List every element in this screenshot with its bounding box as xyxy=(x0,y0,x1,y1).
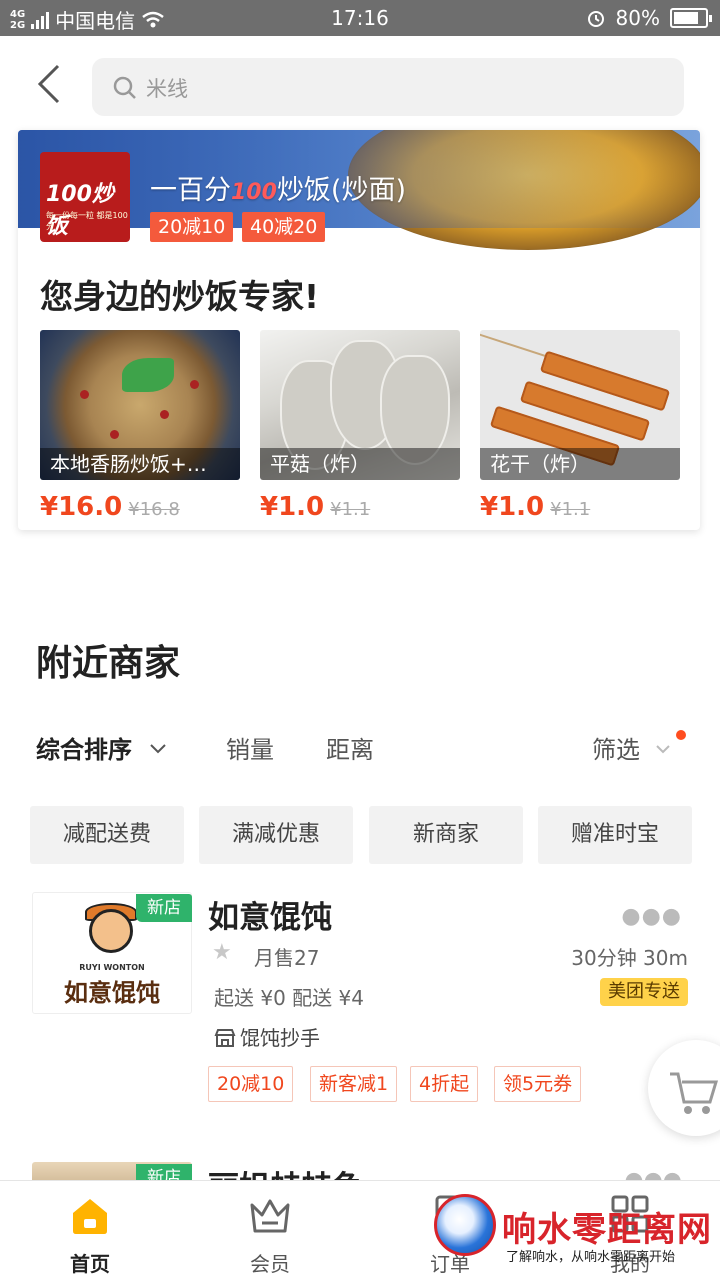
store-name: 如意馄饨 xyxy=(208,900,332,936)
hundred-emoji-icon: 100 xyxy=(231,180,277,205)
meituan-delivery-badge: 美团专送 xyxy=(600,978,688,1006)
promo-slogan: 您身边的炒饭专家! xyxy=(40,277,320,316)
promo-tag: 领5元券 xyxy=(494,1066,582,1102)
store-logo-en: RUYI WONTON xyxy=(79,963,145,972)
star-icon: ★ xyxy=(212,940,232,965)
battery-icon xyxy=(670,8,712,28)
dish-card[interactable]: 花干（炸） ¥1.0 ¥1.1 xyxy=(480,330,680,522)
dish-price: ¥1.0 xyxy=(260,492,325,522)
shop-logo-tagline: 每一份每一粒 都是100分 xyxy=(46,211,128,231)
filter-button[interactable]: 筛选 xyxy=(592,730,672,765)
sort-tab-sales[interactable]: 销量 xyxy=(226,730,274,765)
store-delivery-info: 起送 ¥0 配送 ¥4 xyxy=(214,986,364,1010)
promo-discount-tag: 40减20 xyxy=(242,212,326,242)
filter-chips: 减配送费 满减优惠 新商家 赠准时宝 xyxy=(30,806,692,864)
sort-tab-default[interactable]: 综合排序 xyxy=(36,730,168,765)
cart-icon xyxy=(670,1072,719,1114)
promo-tag: 20减10 xyxy=(208,1066,294,1102)
chevron-down-icon xyxy=(655,745,670,754)
back-button[interactable] xyxy=(30,62,70,106)
watermark: 响水零距离网 了解响水，从响水零距离开始 xyxy=(430,1190,720,1280)
new-store-badge: 新店 xyxy=(136,894,192,922)
dish-price: ¥16.0 xyxy=(40,492,123,522)
store-logo-cn: 如意馄饨 xyxy=(64,979,160,1007)
promo-shop-name: 一百分100炒饭(炒面) xyxy=(150,175,407,206)
promo-tag: 4折起 xyxy=(410,1066,479,1102)
search-placeholder: 米线 xyxy=(146,77,188,101)
home-icon xyxy=(73,1199,107,1234)
sort-bar: 综合排序 销量 距离 筛选 xyxy=(36,726,686,766)
store-sales: 月售27 xyxy=(254,946,320,970)
chip-discount[interactable]: 满减优惠 xyxy=(199,806,353,864)
dish-price: ¥1.0 xyxy=(480,492,545,522)
dish-price-row: ¥1.0 ¥1.1 xyxy=(480,492,680,522)
dish-card[interactable]: 本地香肠炒饭+… ¥16.0 ¥16.8 xyxy=(40,330,240,522)
chevron-left-icon xyxy=(37,64,60,104)
promo-tag: 新客减1 xyxy=(310,1066,398,1102)
search-icon xyxy=(113,76,136,99)
chevron-down-icon xyxy=(150,744,167,754)
dish-photo: 本地香肠炒饭+… xyxy=(40,330,240,480)
chip-reduce-delivery[interactable]: 减配送费 xyxy=(30,806,184,864)
nearby-title: 附近商家 xyxy=(36,643,181,684)
dish-name: 本地香肠炒饭+… xyxy=(40,448,240,480)
sort-tab-distance[interactable]: 距离 xyxy=(326,730,374,765)
cart-button[interactable] xyxy=(648,1040,720,1136)
status-bar: 4G 2G 中国电信 17:16 80% xyxy=(0,0,720,36)
dish-card[interactable]: 平菇（炸） ¥1.0 ¥1.1 xyxy=(260,330,460,522)
dish-photo: 花干（炸） xyxy=(480,330,680,480)
dish-name: 平菇（炸） xyxy=(260,448,460,480)
shop-icon xyxy=(214,1029,236,1047)
status-right: 80% xyxy=(586,6,712,30)
member-crown-icon xyxy=(250,1199,290,1233)
nav-member[interactable]: 会员 xyxy=(210,1193,330,1277)
dish-photo: 平菇（炸） xyxy=(260,330,460,480)
promo-card[interactable]: 100炒饭 每一份每一粒 都是100分 一百分100炒饭(炒面) 20减10 4… xyxy=(18,130,700,530)
watermark-logo-icon xyxy=(434,1194,496,1256)
battery-fill xyxy=(674,12,698,24)
store-item[interactable]: RUYI WONTON 如意馄饨 新店 如意馄饨 ●●● ★ 月售27 30分钟… xyxy=(32,892,692,1112)
dish-original-price: ¥1.1 xyxy=(330,499,371,520)
chip-on-time[interactable]: 赠准时宝 xyxy=(538,806,692,864)
dish-original-price: ¥1.1 xyxy=(550,499,591,520)
dish-original-price: ¥16.8 xyxy=(128,499,180,520)
dish-name: 花干（炸） xyxy=(480,448,680,480)
promo-discount-tag: 20减10 xyxy=(150,212,234,242)
battery-percent: 80% xyxy=(615,6,660,30)
shop-logo: 100炒饭 每一份每一粒 都是100分 xyxy=(40,152,130,242)
dish-price-row: ¥16.0 ¥16.8 xyxy=(40,492,240,522)
watermark-subtitle: 了解响水，从响水零距离开始 xyxy=(506,1250,676,1265)
search-input[interactable]: 米线 xyxy=(92,58,684,116)
alarm-icon xyxy=(587,11,604,27)
store-category: 馄饨抄手 xyxy=(214,1022,320,1051)
watermark-title: 响水零距离网 xyxy=(502,1210,712,1250)
filter-notification-dot xyxy=(676,730,686,740)
dish-price-row: ¥1.0 ¥1.1 xyxy=(260,492,460,522)
nav-home[interactable]: 首页 xyxy=(30,1193,150,1277)
chip-new-store[interactable]: 新商家 xyxy=(369,806,523,864)
store-time-distance: 30分钟 30m xyxy=(571,946,688,970)
more-icon[interactable]: ●●● xyxy=(621,904,682,929)
